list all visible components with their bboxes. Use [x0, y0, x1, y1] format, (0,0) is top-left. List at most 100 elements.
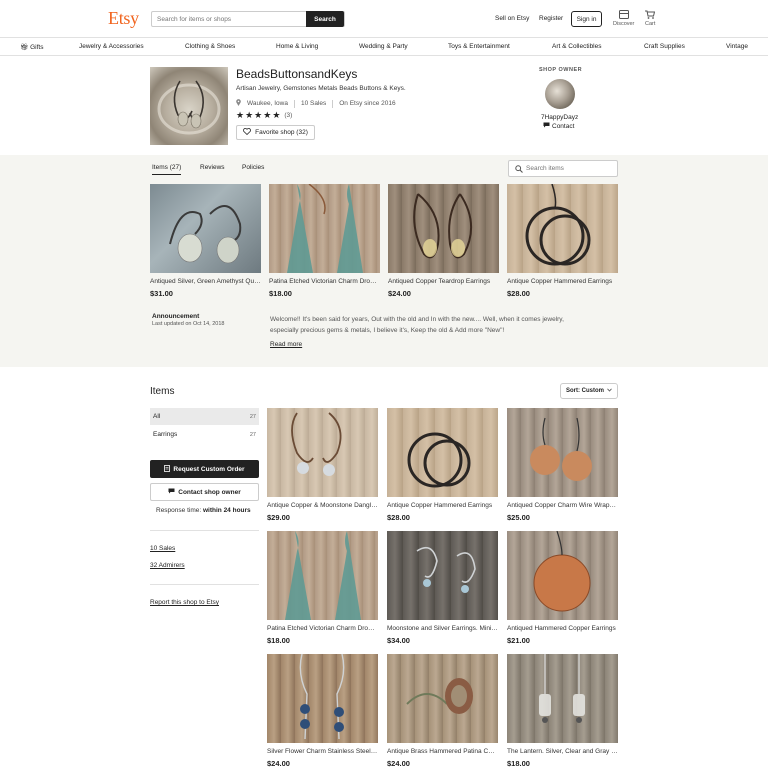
nav-item-gifts[interactable]: 🎁︎ Gifts — [20, 43, 43, 51]
etsy-logo[interactable]: Etsy — [108, 8, 139, 29]
cart-label: Cart — [645, 21, 656, 27]
featured-item-image[interactable] — [269, 184, 380, 273]
item-image[interactable] — [387, 531, 498, 620]
featured-item-title[interactable]: Antiqued Silver, Green Amethyst Quartz E… — [150, 278, 261, 285]
discover-button[interactable]: Discover — [613, 10, 634, 27]
nav-item-craft[interactable]: Craft Supplies — [644, 43, 685, 50]
tab-reviews[interactable]: Reviews — [200, 164, 225, 171]
sidebar-divider — [150, 530, 259, 531]
category-all[interactable]: All 27 — [150, 408, 259, 425]
contact-label: Contact — [552, 122, 575, 130]
nav-item-jewelry[interactable]: Jewelry & Accessories — [79, 43, 144, 50]
shop-icon-image — [150, 67, 228, 145]
shop-since: On Etsy since 2016 — [339, 100, 396, 107]
item-title[interactable]: Antique Copper & Moonstone Dangle Earrin… — [267, 502, 378, 509]
tab-items[interactable]: Items (27) — [152, 164, 182, 175]
item-title[interactable]: Antiqued Copper Charm Wire Wrapped Earri… — [507, 502, 618, 509]
item-image[interactable] — [267, 531, 378, 620]
shop-search-input[interactable] — [526, 162, 614, 175]
announcement-label: Announcement — [152, 313, 200, 320]
sales-link[interactable]: 10 Sales — [150, 545, 175, 552]
shop-rating[interactable]: ★ ★ ★ ★ ★ (3) — [236, 110, 292, 121]
star-icon: ★ — [263, 110, 272, 120]
shop-meta: Waukee, Iowa 10 Sales On Etsy since 2016 — [236, 99, 396, 108]
item-image[interactable] — [507, 408, 618, 497]
sign-in-button[interactable]: Sign in — [571, 11, 602, 27]
request-label: Request Custom Order — [173, 465, 245, 473]
tab-policies[interactable]: Policies — [242, 164, 264, 171]
search-button[interactable]: Search — [306, 11, 344, 27]
category-count: 27 — [249, 413, 256, 420]
contact-owner-link[interactable]: Contact — [543, 122, 574, 130]
star-icon: ★ — [236, 110, 245, 120]
admirers-link[interactable]: 32 Admirers — [150, 562, 185, 569]
chevron-down-icon — [607, 388, 612, 394]
request-custom-order-button[interactable]: Request Custom Order — [150, 460, 259, 478]
nav-item-vintage[interactable]: Vintage — [726, 43, 748, 50]
search-input[interactable] — [152, 12, 309, 26]
search-icon — [515, 165, 523, 175]
item-image[interactable] — [387, 408, 498, 497]
gift-icon: 🎁︎ — [20, 44, 29, 51]
shop-sales[interactable]: 10 Sales — [301, 100, 326, 107]
response-value: within 24 hours — [202, 507, 251, 514]
nav-item-label: Gifts — [30, 44, 44, 51]
item-title[interactable]: Patina Etched Victorian Charm Drop Earri… — [267, 625, 378, 632]
item-price: $24.00 — [387, 759, 410, 768]
item-image[interactable] — [507, 531, 618, 620]
nav-item-home[interactable]: Home & Living — [276, 43, 318, 50]
featured-item-price: $28.00 — [507, 289, 530, 298]
star-icon: ★ — [272, 110, 281, 120]
featured-item-title[interactable]: Antique Copper Hammered Earrings — [507, 278, 618, 285]
owner-avatar[interactable] — [545, 79, 575, 109]
register-link[interactable]: Register — [539, 15, 563, 22]
items-heading: Items — [150, 386, 175, 397]
contact-shop-owner-button[interactable]: Contact shop owner — [150, 483, 259, 501]
item-price: $28.00 — [387, 513, 410, 522]
featured-item-price: $18.00 — [269, 289, 292, 298]
report-shop-link[interactable]: Report this shop to Etsy — [150, 599, 219, 606]
item-image[interactable] — [507, 654, 618, 743]
featured-item-title[interactable]: Antiqued Copper Teardrop Earrings — [388, 278, 499, 285]
location-pin-icon — [236, 99, 241, 108]
category-label: All — [153, 413, 161, 420]
category-count: 27 — [249, 431, 256, 438]
announcement-date: Last updated on Oct 14, 2018 — [152, 321, 225, 327]
owner-name[interactable]: 7HappyDayz — [541, 114, 578, 121]
featured-item-title[interactable]: Patina Etched Victorian Charm Drop Earri… — [269, 278, 380, 285]
discover-icon — [618, 10, 629, 19]
featured-item-image[interactable] — [507, 184, 618, 273]
nav-item-wedding[interactable]: Wedding & Party — [359, 43, 408, 50]
category-earrings[interactable]: Earrings 27 — [150, 426, 259, 443]
sort-dropdown[interactable]: Sort: Custom — [560, 383, 618, 399]
document-icon — [164, 464, 171, 474]
item-image[interactable] — [267, 408, 378, 497]
sort-label: Sort: Custom — [566, 388, 604, 394]
discover-label: Discover — [613, 21, 635, 27]
item-title[interactable]: Antique Brass Hammered Patina Charm Earr… — [387, 748, 498, 755]
item-title[interactable]: The Lantern. Silver, Clear and Gray Earr… — [507, 748, 618, 755]
read-more-link[interactable]: Read more — [270, 341, 302, 348]
favorite-shop-button[interactable]: Favorite shop (32) — [236, 125, 315, 140]
featured-item-image[interactable] — [150, 184, 261, 273]
featured-item-image[interactable] — [388, 184, 499, 273]
cart-button[interactable]: Cart — [645, 10, 655, 27]
meta-divider — [332, 99, 334, 108]
item-title[interactable]: Antique Copper Hammered Earrings — [387, 502, 498, 509]
item-title[interactable]: Moonstone and Silver Earrings. Minimalis… — [387, 625, 498, 632]
star-icon: ★ — [254, 110, 263, 120]
item-image[interactable] — [267, 654, 378, 743]
item-image[interactable] — [387, 654, 498, 743]
nav-item-clothing[interactable]: Clothing & Shoes — [185, 43, 235, 50]
item-title[interactable]: Silver Flower Charm Stainless Steel Earr… — [267, 748, 378, 755]
nav-item-toys[interactable]: Toys & Entertainment — [448, 43, 510, 50]
message-icon — [168, 488, 175, 496]
contact-label: Contact shop owner — [178, 488, 241, 496]
sell-on-etsy-link[interactable]: Sell on Etsy — [495, 15, 529, 22]
category-label: Earrings — [153, 431, 178, 438]
item-title[interactable]: Antiqued Hammered Copper Earrings — [507, 625, 618, 632]
nav-item-art[interactable]: Art & Collectibles — [552, 43, 602, 50]
item-price: $24.00 — [267, 759, 290, 768]
item-price: $21.00 — [507, 636, 530, 645]
item-price: $25.00 — [507, 513, 530, 522]
